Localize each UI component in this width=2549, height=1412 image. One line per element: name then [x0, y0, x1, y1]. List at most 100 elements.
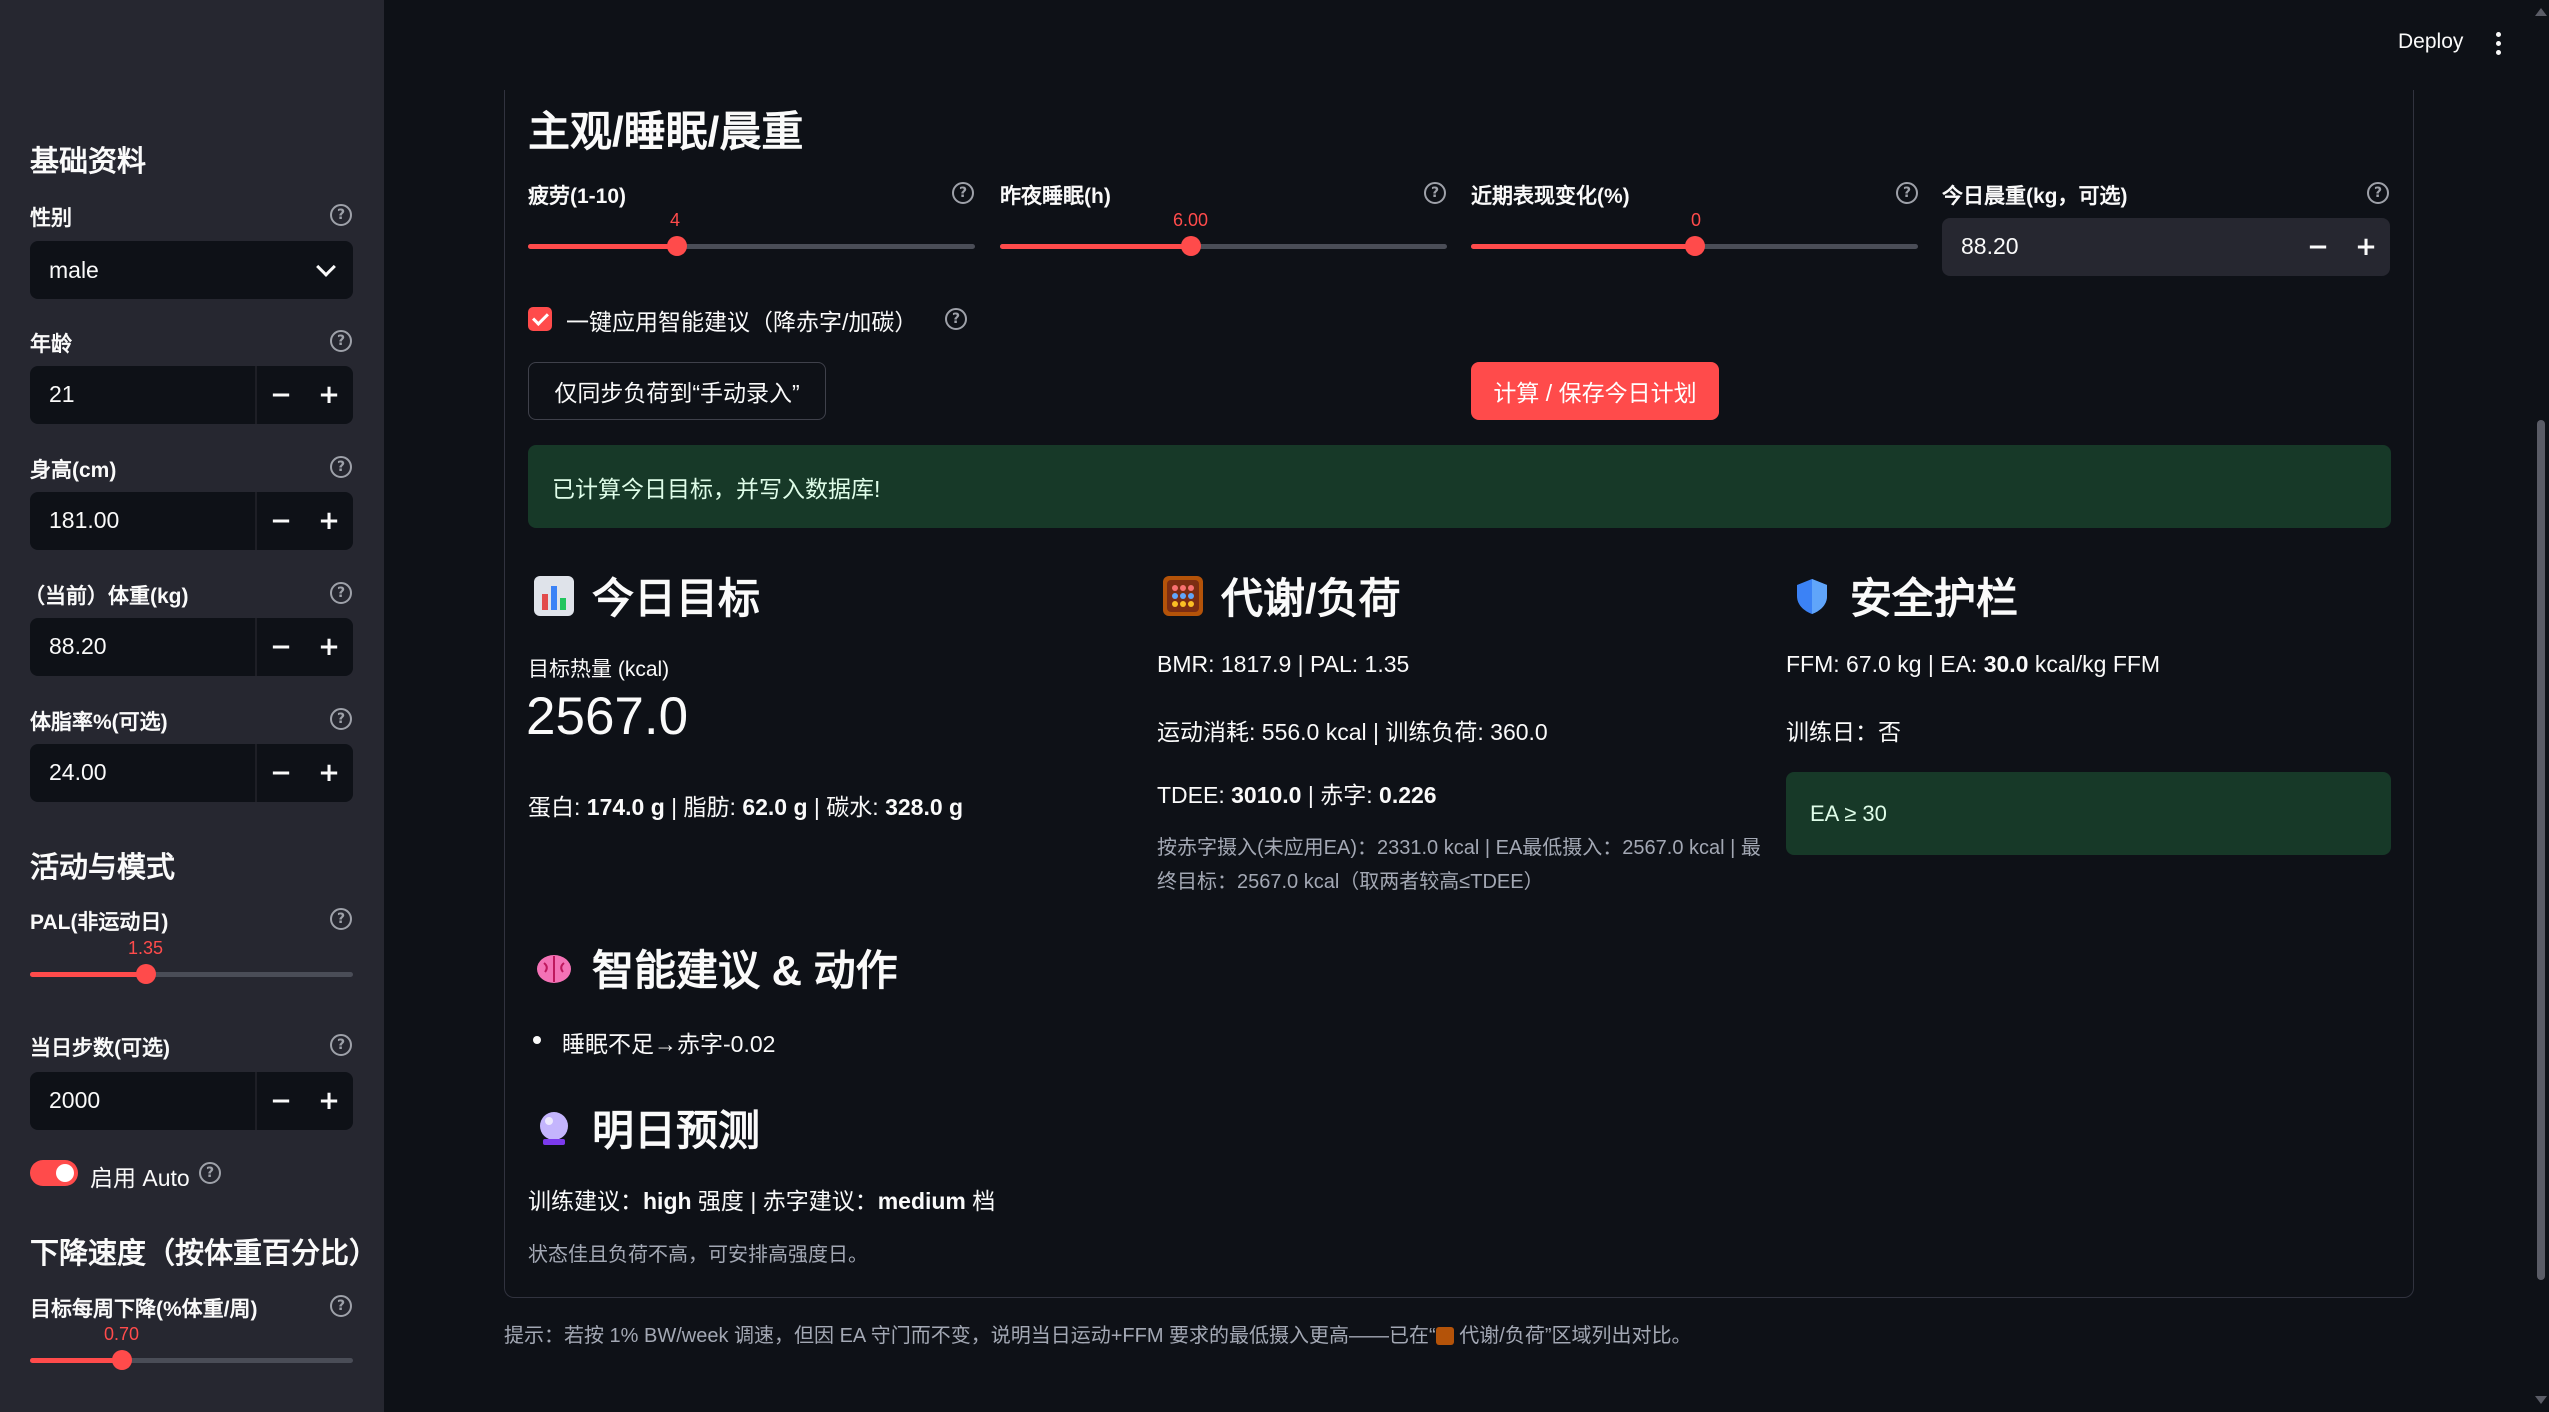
help-icon[interactable]: ?	[330, 330, 352, 352]
decrement-button[interactable]: −	[257, 1072, 305, 1130]
gender-select[interactable]: male	[30, 241, 353, 299]
increment-button[interactable]: +	[305, 618, 353, 676]
decrement-button[interactable]: −	[257, 366, 305, 424]
tdee-line: TDEE: 3010.0 | 赤字: 0.226	[1157, 782, 1437, 808]
help-icon[interactable]: ?	[330, 1295, 352, 1317]
sync-load-button[interactable]: 仅同步负荷到“手动录入”	[528, 362, 826, 420]
brain-icon	[534, 948, 574, 988]
kcal-value: 2567.0	[526, 687, 689, 746]
metabolism-heading: 代谢/负荷	[1163, 565, 1401, 626]
weight-input[interactable]: 88.20 − +	[30, 618, 353, 676]
bmr-pal-line: BMR: 1817.9 | PAL: 1.35	[1157, 651, 1410, 677]
decrement-button[interactable]: −	[257, 744, 305, 802]
forecast-line: 训练建议：high 强度 | 赤字建议：medium 档	[528, 1188, 996, 1214]
chevron-down-icon	[316, 257, 336, 277]
tdee-value: 3010.0	[1231, 782, 1302, 808]
pal-slider-track[interactable]	[30, 972, 353, 977]
weekly-drop-slider-thumb[interactable]	[112, 1350, 132, 1370]
help-icon[interactable]: ?	[330, 204, 352, 226]
section-title: 主观/睡眠/晨重	[528, 108, 804, 155]
deficit-value: 0.226	[1379, 782, 1437, 808]
protein-value: 174.0 g	[586, 794, 665, 820]
performance-slider-value: 0	[1691, 210, 1702, 230]
safety-heading: 安全护栏	[1792, 565, 2018, 626]
help-icon[interactable]: ?	[330, 908, 352, 930]
weekly-drop-slider-track[interactable]	[30, 1358, 353, 1363]
help-icon[interactable]: ?	[1896, 182, 1918, 204]
more-menu-icon[interactable]	[2496, 32, 2502, 56]
increment-button[interactable]: +	[2342, 218, 2390, 276]
scroll-down-arrow[interactable]	[2535, 1396, 2547, 1404]
decrement-button[interactable]: −	[257, 618, 305, 676]
fatigue-slider-track[interactable]	[528, 244, 975, 249]
success-alert: 已计算今日目标，并写入数据库!	[528, 445, 2391, 528]
height-label: 身高(cm)	[30, 459, 117, 482]
fatigue-slider-thumb[interactable]	[667, 236, 687, 256]
age-value: 21	[49, 381, 75, 407]
footer-tip: 提示：若按 1% BW/week 调速，但因 EA 守门而不变，说明当日运动+F…	[504, 1325, 1692, 1347]
morning-weight-input[interactable]: 88.20 − +	[1942, 218, 2390, 276]
increment-button[interactable]: +	[305, 1072, 353, 1130]
fat-value: 62.0 g	[742, 794, 808, 820]
help-icon[interactable]: ?	[330, 708, 352, 730]
deploy-button[interactable]: Deploy	[2398, 30, 2463, 54]
calculate-save-button[interactable]: 计算 / 保存今日计划	[1471, 362, 1719, 420]
help-icon[interactable]: ?	[330, 582, 352, 604]
training-day-line: 训练日：否	[1786, 719, 1901, 745]
sleep-slider-value: 6.00	[1173, 210, 1209, 230]
morning-weight-label: 今日晨重(kg，可选)	[1942, 185, 2128, 208]
increment-button[interactable]: +	[305, 492, 353, 550]
section-speed-title: 下降速度（按体重百分比）	[30, 1238, 379, 1270]
help-icon[interactable]: ?	[330, 1034, 352, 1056]
increment-button[interactable]: +	[305, 366, 353, 424]
scroll-up-arrow[interactable]	[2535, 8, 2547, 16]
advice-item: 睡眠不足→赤字-0.02	[562, 1031, 776, 1057]
performance-slider-thumb[interactable]	[1685, 236, 1705, 256]
exercise-load-line: 运动消耗: 556.0 kcal | 训练负荷: 360.0	[1157, 719, 1548, 745]
apply-advice-label: 一键应用智能建议（降赤字/加碳）	[566, 309, 918, 335]
section-basic-title: 基础资料	[30, 146, 147, 178]
carbs-value: 328.0 g	[885, 794, 964, 820]
ea-value: 30.0	[1983, 651, 2029, 677]
abacus-icon	[1435, 1327, 1454, 1345]
age-input[interactable]: 21 − +	[30, 366, 353, 424]
increment-button[interactable]: +	[305, 744, 353, 802]
sleep-label: 昨夜睡眠(h)	[1000, 185, 1111, 208]
help-icon[interactable]: ?	[199, 1162, 221, 1184]
scrollbar[interactable]	[2537, 420, 2545, 1280]
help-icon[interactable]: ?	[945, 308, 967, 330]
forecast-note: 状态佳且负荷不高，可安排高强度日。	[528, 1244, 868, 1266]
decrement-button[interactable]: −	[257, 492, 305, 550]
gender-label: 性别	[30, 207, 72, 230]
height-input[interactable]: 181.00 − +	[30, 492, 353, 550]
today-target-heading: 今日目标	[534, 565, 760, 626]
age-label: 年龄	[30, 333, 72, 356]
shield-icon	[1792, 576, 1832, 616]
today-target-title: 今日目标	[592, 575, 761, 622]
help-icon[interactable]: ?	[330, 456, 352, 478]
pal-slider-thumb[interactable]	[136, 964, 156, 984]
fatigue-slider-value: 4	[670, 210, 681, 230]
apply-advice-checkbox[interactable]	[528, 307, 552, 331]
decrement-button[interactable]: −	[2294, 218, 2342, 276]
sidebar: 基础资料 性别 ? male 年龄 ? 21 − + 身高(cm) ? 181.…	[0, 0, 384, 1412]
steps-input[interactable]: 2000 − +	[30, 1072, 353, 1130]
gender-value: male	[49, 256, 99, 283]
help-icon[interactable]: ?	[952, 182, 974, 204]
fatigue-label: 疲劳(1-10)	[528, 185, 627, 208]
forecast-title: 明日预测	[592, 1107, 761, 1154]
auto-toggle[interactable]	[30, 1160, 78, 1186]
performance-label: 近期表现变化(%)	[1471, 185, 1630, 208]
weekly-drop-slider-value: 0.70	[104, 1324, 140, 1344]
bodyfat-input[interactable]: 24.00 − +	[30, 744, 353, 802]
macros-line: 蛋白: 174.0 g | 脂肪: 62.0 g | 碳水: 328.0 g	[528, 794, 964, 820]
sleep-slider-track[interactable]	[1000, 244, 1447, 249]
intensity-value: high	[643, 1188, 692, 1214]
abacus-icon	[1163, 575, 1203, 616]
ffm-ea-line: FFM: 67.0 kg | EA: 30.0 kcal/kg FFM	[1786, 651, 2161, 677]
help-icon[interactable]: ?	[2367, 182, 2389, 204]
pal-label: PAL(非运动日)	[30, 911, 169, 934]
sleep-slider-thumb[interactable]	[1181, 236, 1201, 256]
help-icon[interactable]: ?	[1424, 182, 1446, 204]
advice-heading: 智能建议 & 动作	[534, 937, 898, 998]
